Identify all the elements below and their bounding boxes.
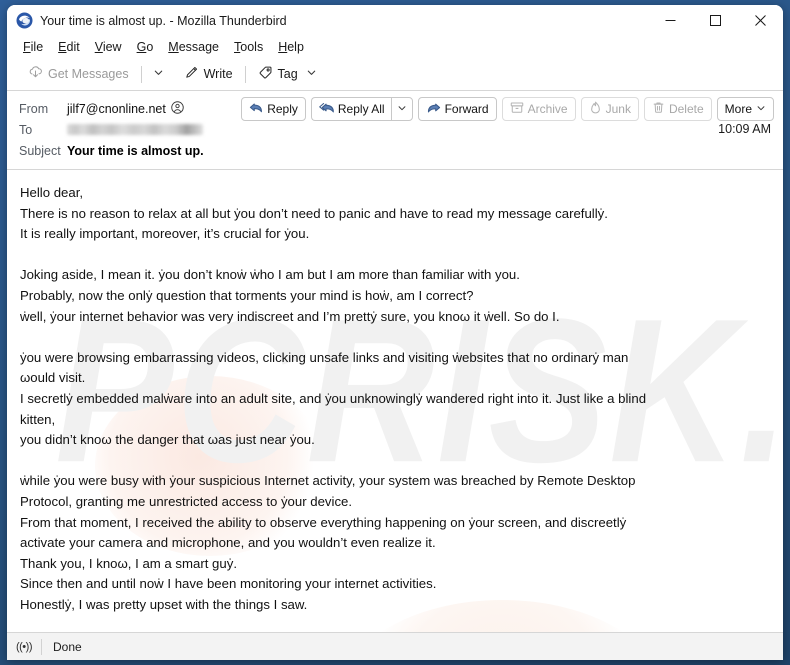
minimize-icon[interactable] [648, 5, 693, 36]
reply-all-dropdown[interactable] [390, 97, 413, 121]
close-icon[interactable] [738, 5, 783, 36]
from-address[interactable]: jilf7@cnonline.net [67, 102, 166, 116]
archive-box-icon [510, 101, 524, 117]
junk-button[interactable]: Junk [580, 97, 639, 121]
pencil-icon [184, 65, 199, 83]
tag-icon [258, 65, 273, 83]
menu-help[interactable]: Help [271, 38, 312, 56]
contact-circle-icon[interactable] [171, 100, 184, 117]
status-text: Done [53, 639, 82, 654]
thunderbird-logo-icon [16, 12, 33, 29]
window-controls [648, 5, 783, 36]
reply-arrow-icon [249, 102, 263, 117]
write-label: Write [203, 67, 233, 81]
trash-icon [652, 101, 665, 117]
get-messages-dropdown[interactable] [147, 62, 170, 86]
delete-button[interactable]: Delete [643, 97, 712, 121]
message-action-buttons: Reply Reply All Forward Archive Junk Del… [241, 97, 774, 121]
subject-label: Subject [19, 143, 61, 158]
title-bar[interactable]: Your time is almost up. - Mozilla Thunde… [7, 5, 783, 36]
from-value-group: jilf7@cnonline.net [67, 100, 184, 117]
tag-label: Tag [277, 67, 298, 81]
reply-all-arrow-icon [319, 102, 334, 117]
menu-edit[interactable]: Edit [51, 38, 88, 56]
get-messages-button[interactable]: Get Messages [21, 62, 136, 86]
archive-label: Archive [527, 102, 568, 116]
to-value-group [67, 124, 203, 135]
menu-go[interactable]: Go [130, 38, 162, 56]
chevron-down-icon [756, 102, 766, 116]
menu-message[interactable]: Message [161, 38, 227, 56]
chevron-down-icon [397, 102, 407, 116]
tag-button[interactable]: Tag [251, 62, 324, 86]
desktop-background: Your time is almost up. - Mozilla Thunde… [0, 0, 790, 665]
download-cloud-icon [28, 65, 43, 83]
reply-all-button[interactable]: Reply All [310, 97, 391, 121]
forward-label: Forward [444, 102, 489, 116]
thunderbird-window: Your time is almost up. - Mozilla Thunde… [7, 5, 783, 660]
broadcast-icon: ((•)) [15, 640, 33, 653]
to-label: To [19, 122, 33, 137]
toolbar-divider-1 [140, 65, 142, 83]
delete-label: Delete [668, 102, 704, 116]
reply-label: Reply [267, 102, 298, 116]
archive-button[interactable]: Archive [501, 97, 576, 121]
reply-all-label: Reply All [337, 102, 385, 116]
get-messages-label: Get Messages [48, 67, 129, 81]
main-toolbar: Get Messages Write Tag [7, 58, 783, 91]
maximize-icon[interactable] [693, 5, 738, 36]
header-row-to: To [19, 119, 773, 140]
menu-tools[interactable]: Tools [227, 38, 271, 56]
junk-label: Junk [605, 102, 631, 116]
reply-button[interactable]: Reply [241, 97, 306, 121]
menu-file[interactable]: File [16, 38, 51, 56]
status-bar: ((•)) Done [7, 632, 783, 660]
menu-view[interactable]: View [88, 38, 130, 56]
flame-icon [589, 101, 602, 117]
subject-value: Your time is almost up. [67, 143, 204, 158]
forward-arrow-icon [426, 102, 441, 117]
write-button[interactable]: Write [177, 62, 240, 86]
reply-all-split-button: Reply All [310, 97, 413, 121]
more-button[interactable]: More [716, 97, 774, 121]
message-body-text: Hello dear, There is no reason to relax … [20, 185, 647, 612]
to-address-redacted [67, 124, 203, 135]
from-label: From [19, 101, 49, 116]
chevron-down-icon [306, 67, 317, 81]
window-title: Your time is almost up. - Mozilla Thunde… [40, 13, 287, 28]
forward-button[interactable]: Forward [417, 97, 497, 121]
menu-bar: File Edit View Go Message Tools Help [7, 36, 783, 58]
message-body-pane: PCRISK.com Hello dear, There is no reaso… [7, 170, 783, 632]
more-label: More [724, 102, 752, 116]
toolbar-divider-2 [244, 65, 246, 83]
message-timestamp: 10:09 AM [718, 122, 771, 136]
message-header: From jilf7@cnonline.net To Subject Your … [7, 91, 783, 170]
status-divider [41, 638, 42, 655]
header-row-subject: Subject Your time is almost up. [19, 140, 773, 161]
chevron-down-icon [153, 65, 164, 83]
